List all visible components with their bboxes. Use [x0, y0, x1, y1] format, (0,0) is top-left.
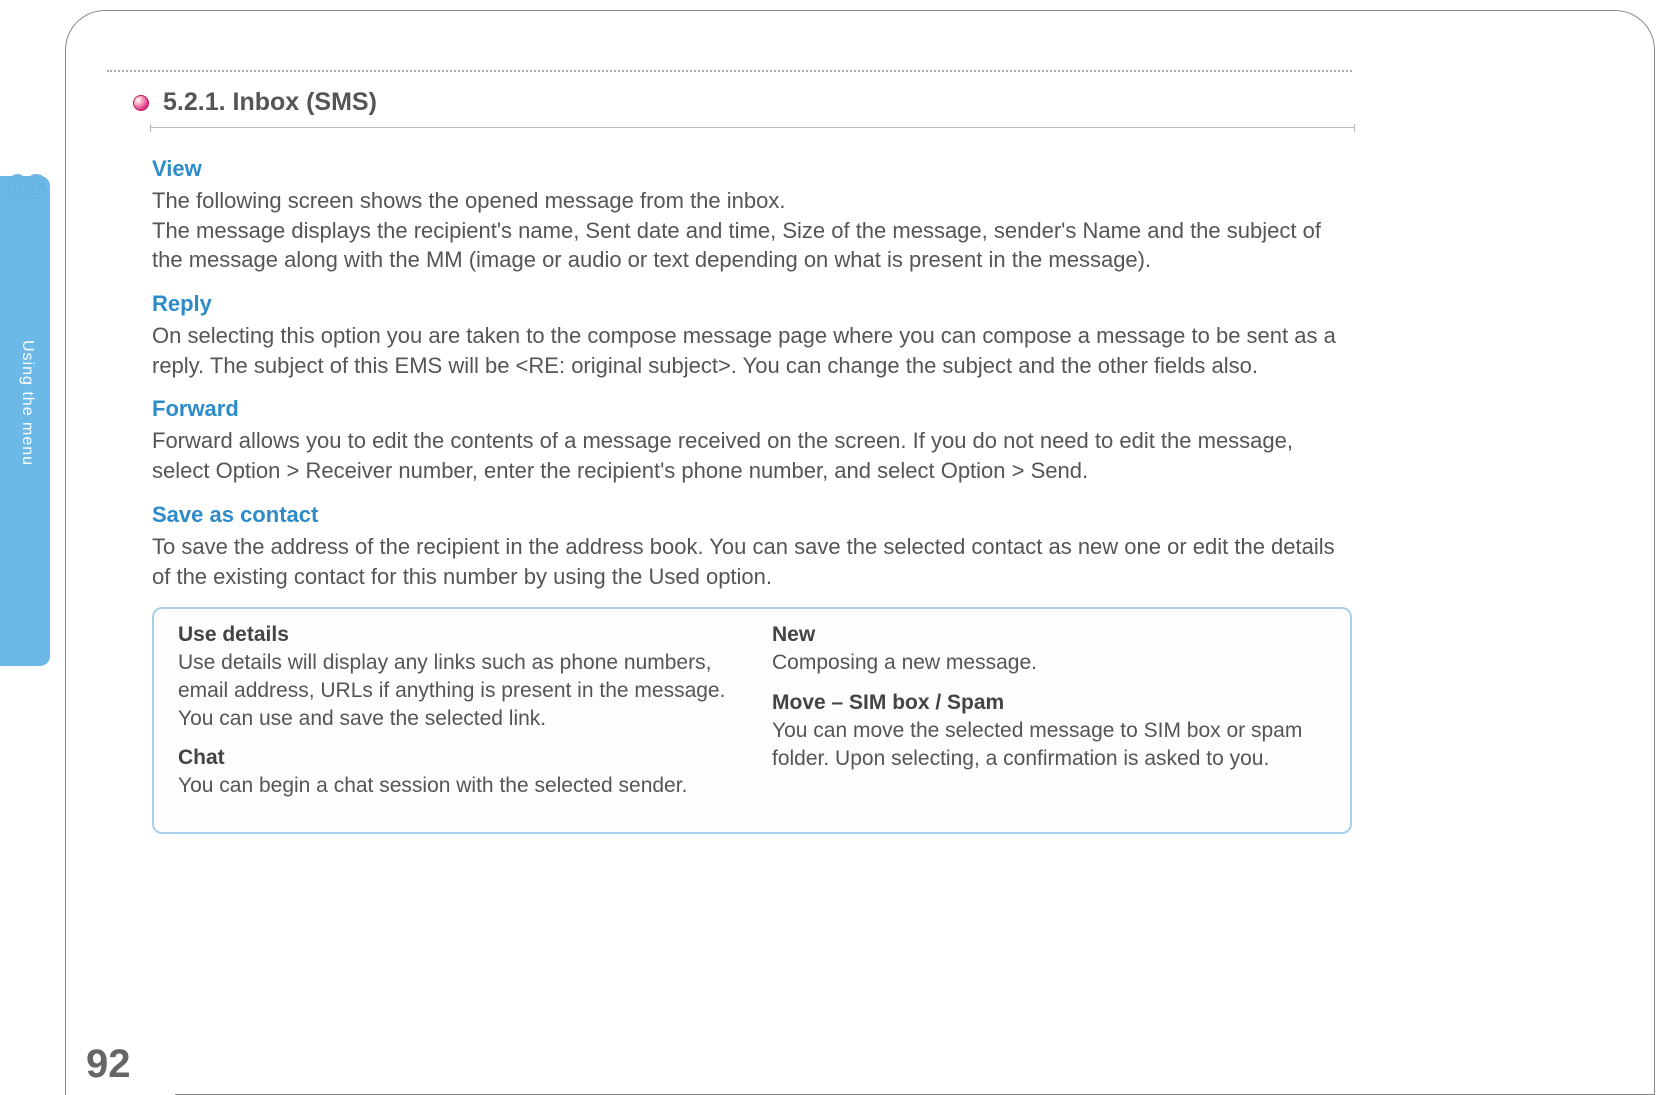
info-col-right: New Composing a new message. Move – SIM …: [772, 623, 1326, 814]
sub-title: Move – SIM box / Spam: [772, 691, 1326, 715]
sub-use-details: Use details Use details will display any…: [178, 623, 732, 732]
dotted-divider: [107, 70, 1352, 72]
sub-body: Composing a new message.: [772, 649, 1326, 677]
item-save-contact: Save as contact To save the address of t…: [152, 502, 1352, 591]
sub-title: New: [772, 623, 1326, 647]
sub-body: You can move the selected message to SIM…: [772, 717, 1326, 772]
section-title: 5.2.1. Inbox (SMS): [163, 88, 377, 117]
item-title: Reply: [152, 291, 1352, 317]
item-body: On selecting this option you are taken t…: [152, 321, 1352, 380]
bullet-icon: [133, 95, 149, 111]
item-title: Forward: [152, 396, 1352, 422]
sub-move: Move – SIM box / Spam You can move the s…: [772, 691, 1326, 772]
item-body: To save the address of the recipient in …: [152, 532, 1352, 591]
item-body: The following screen shows the opened me…: [152, 186, 1352, 275]
sub-title: Chat: [178, 746, 732, 770]
info-box: Use details Use details will display any…: [152, 607, 1352, 834]
sub-new: New Composing a new message.: [772, 623, 1326, 677]
info-col-left: Use details Use details will display any…: [178, 623, 732, 814]
sub-chat: Chat You can begin a chat session with t…: [178, 746, 732, 800]
heading-rule: [150, 124, 1355, 132]
side-tab-label: Using the menu: [18, 340, 36, 466]
item-title: Save as contact: [152, 502, 1352, 528]
sub-title: Use details: [178, 623, 732, 647]
page-number: 92: [86, 1042, 131, 1087]
item-reply: Reply On selecting this option you are t…: [152, 291, 1352, 380]
chapter-number: 03: [8, 168, 46, 207]
sub-body: You can begin a chat session with the se…: [178, 772, 732, 800]
section-heading: 5.2.1. Inbox (SMS): [133, 88, 377, 117]
sub-body: Use details will display any links such …: [178, 649, 732, 732]
item-title: View: [152, 156, 1352, 182]
item-forward: Forward Forward allows you to edit the c…: [152, 396, 1352, 485]
item-body: Forward allows you to edit the contents …: [152, 426, 1352, 485]
item-view: View The following screen shows the open…: [152, 156, 1352, 275]
content-area: View The following screen shows the open…: [152, 156, 1352, 834]
